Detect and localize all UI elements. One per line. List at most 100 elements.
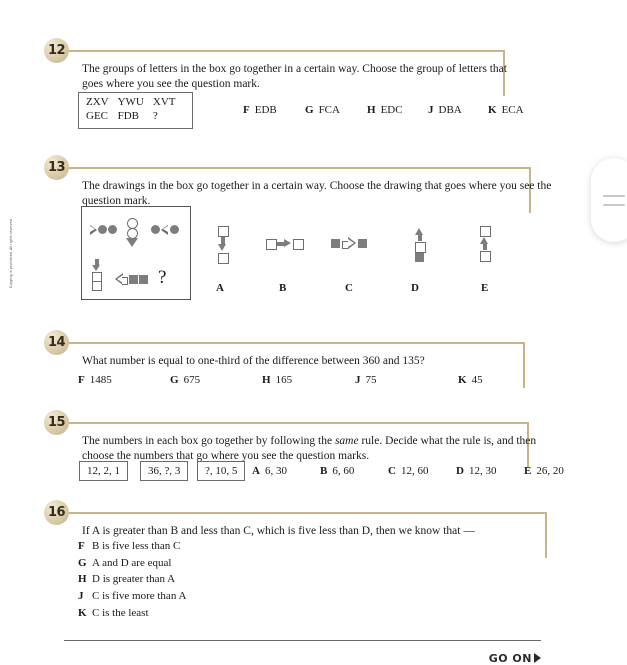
choice-e[interactable] [470, 226, 510, 276]
choice-c[interactable] [327, 226, 387, 276]
number-box-3: ?, 10, 5 [197, 461, 246, 481]
worksheet-page: Copying is prohibited. All rights reserv… [0, 0, 627, 665]
question-number-badge: 14 [44, 330, 69, 355]
choice-letter: A [252, 465, 260, 477]
choice-text: ECA [501, 104, 524, 116]
prompt-emphasis: same [334, 435, 359, 447]
question-number-badge: 12 [44, 38, 69, 63]
choice-text: 75 [365, 374, 377, 386]
open-square-icon [218, 226, 229, 237]
question-prompt: What number is equal to one-third of the… [82, 355, 425, 367]
choice-c[interactable]: C 12, 60 [388, 465, 428, 477]
choice-letter-a: A [216, 282, 224, 294]
choice-b[interactable]: B 6, 60 [320, 465, 354, 477]
letter-grid-stimulus: ZXV YWU XVT GEC FDB ? [78, 92, 193, 129]
question-prompt: The drawings in the box go together in a… [82, 180, 552, 207]
choice-text: 165 [275, 374, 293, 386]
choice-g[interactable]: G A and D are equal [78, 555, 186, 572]
choice-a[interactable]: A 6, 30 [252, 465, 287, 477]
choice-letter-e: E [481, 282, 489, 294]
choice-f[interactable]: F 1485 [78, 374, 112, 386]
choice-letter: H [367, 104, 376, 116]
choice-letter: H [262, 374, 271, 386]
letter-cell: ? [152, 109, 158, 122]
question-divider-rule [66, 342, 525, 344]
choice-text: EDB [254, 104, 277, 116]
choice-b[interactable] [262, 226, 318, 276]
open-square-icon [415, 242, 426, 253]
choice-text: B is five less than C [92, 540, 181, 552]
prompt-part-before: The numbers in each box go together by f… [82, 435, 335, 447]
arrow-up-filled-icon [480, 237, 488, 244]
choice-letter: B [320, 465, 328, 477]
choice-letter: F [243, 104, 250, 116]
choice-k[interactable]: K C is the least [78, 605, 186, 622]
hamburger-menu-icon-bar [603, 203, 625, 206]
choice-letter: G [170, 374, 179, 386]
letter-cell: XVT [152, 96, 176, 108]
choice-e[interactable]: E 26, 20 [524, 465, 564, 477]
arrow-up-filled-icon [415, 228, 423, 235]
choice-letter: G [78, 556, 87, 569]
choice-j[interactable]: J 75 [355, 374, 377, 386]
choice-h[interactable]: H D is greater than A [78, 571, 186, 588]
choice-letter: J [78, 590, 84, 603]
open-square-icon [218, 253, 229, 264]
choice-letter: J [355, 374, 361, 386]
choice-letter-d: D [411, 282, 419, 294]
choice-text: C is the least [92, 606, 149, 619]
open-square-icon [480, 226, 491, 237]
choice-text: DBA [438, 104, 462, 116]
choice-f[interactable]: F EDB [243, 104, 277, 116]
choice-a[interactable] [205, 226, 245, 276]
choice-letter: C [388, 465, 396, 477]
letter-cell: ZXV [86, 96, 109, 108]
choice-letter: E [524, 465, 532, 477]
question-divider-rule [66, 422, 529, 424]
hamburger-menu-icon-bar [603, 194, 625, 197]
go-on-arrow-icon [534, 653, 541, 663]
filled-square-icon [415, 253, 424, 262]
letter-cell: FDB [117, 109, 140, 122]
choice-letter: K [78, 606, 87, 619]
choice-g[interactable]: G FCA [305, 104, 340, 116]
choice-h[interactable]: H EDC [367, 104, 403, 116]
choice-text: A and D are equal [92, 556, 172, 569]
choice-letter: K [488, 104, 497, 116]
choice-letter: F [78, 374, 85, 386]
choice-text: 6, 30 [264, 465, 287, 477]
question-16-choices: F B is five less than C G A and D are equa… [78, 538, 186, 622]
question-number-badge: 15 [44, 410, 69, 435]
arrow-up-shaft [417, 235, 422, 241]
go-on-label: GO ON [489, 652, 541, 665]
open-square-icon [480, 251, 491, 262]
question-prompt: The groups of letters in the box go toge… [82, 63, 507, 90]
choice-d[interactable] [405, 226, 445, 276]
choice-text: FCA [318, 104, 340, 116]
choice-d[interactable]: D 12, 30 [456, 465, 496, 477]
choice-j[interactable]: J DBA [428, 104, 462, 116]
question-number-badge: 16 [44, 500, 69, 525]
choice-j[interactable]: J C is five more than A [78, 588, 186, 605]
letter-cell: YWU [117, 96, 144, 108]
filled-square-icon [331, 239, 340, 248]
choice-h[interactable]: H 165 [262, 374, 292, 386]
footer-divider [64, 640, 541, 641]
number-box-1: 12, 2, 1 [79, 461, 128, 481]
question-divider-rule [66, 167, 531, 169]
choice-k[interactable]: K ECA [488, 104, 524, 116]
open-square-icon [266, 239, 277, 250]
question-prompt: If A is greater than B and less than C, … [82, 525, 475, 537]
choice-letter: H [78, 573, 87, 586]
choice-g[interactable]: G 675 [170, 374, 200, 386]
choice-text: 1485 [89, 374, 112, 386]
choice-text: 45 [471, 374, 483, 386]
question-prompt: The numbers in each box go together by f… [82, 434, 555, 463]
choice-k[interactable]: K 45 [458, 374, 483, 386]
choice-letter: F [78, 540, 85, 552]
choice-letter: D [456, 465, 464, 477]
arrow-right-filled-icon [284, 239, 291, 247]
choice-letter: G [305, 104, 314, 116]
choice-f[interactable]: F B is five less than C [78, 538, 186, 555]
side-menu-tab[interactable] [591, 158, 627, 242]
